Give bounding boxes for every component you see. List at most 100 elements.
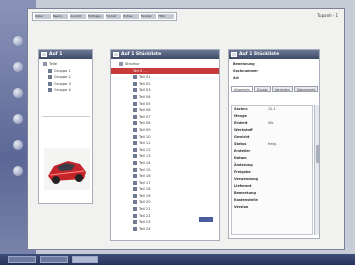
list-item[interactable]: Teil 08 bbox=[133, 120, 219, 127]
node-icon bbox=[48, 81, 52, 86]
part-icon bbox=[133, 207, 137, 212]
panel-left-title-text: Auf 1 bbox=[49, 52, 63, 57]
list-item[interactable]: Teil 24 bbox=[133, 226, 219, 233]
list-item[interactable]: Teil 13 bbox=[133, 153, 219, 160]
list-item-label: Teil 04 bbox=[139, 94, 151, 99]
menu-edit[interactable]: Bearb. bbox=[52, 14, 69, 19]
panel-right-title: Auf 1 Stückliste bbox=[229, 50, 319, 59]
tab-general[interactable]: Allgemein bbox=[231, 86, 253, 92]
launcher-icon-2[interactable] bbox=[13, 62, 23, 72]
list-item-label: Teil 03 bbox=[139, 88, 151, 93]
panel-middle: Auf 1 Stückliste Struktur Teil 0 ... Tei… bbox=[110, 49, 220, 241]
part-icon bbox=[133, 174, 137, 179]
menu-tools[interactable]: Extras bbox=[123, 14, 139, 19]
list-item[interactable]: Teil 21 bbox=[133, 206, 219, 213]
tree-root[interactable]: Struktur bbox=[119, 61, 219, 68]
list-item-label: Teil 16 bbox=[139, 174, 151, 179]
list-item[interactable]: Teil 12 bbox=[133, 147, 219, 154]
property-value[interactable]: Stk bbox=[268, 120, 310, 127]
selected-row[interactable]: Teil 0 ... bbox=[111, 67, 219, 75]
field-label: Sachnummer bbox=[233, 69, 259, 73]
property-value[interactable]: 12.1 bbox=[268, 106, 310, 113]
tree-item[interactable]: Gruppe 4 bbox=[43, 87, 90, 94]
property-value[interactable]: freig. bbox=[268, 141, 310, 148]
menu-help[interactable]: Hilfe bbox=[158, 14, 174, 19]
list-item[interactable]: Teil 05 bbox=[133, 101, 219, 108]
panel-left-title: Auf 1 bbox=[39, 50, 92, 59]
taskbar bbox=[0, 254, 355, 265]
property-row: Einheit Stk bbox=[232, 120, 312, 127]
list-item[interactable]: Teil 07 bbox=[133, 114, 219, 121]
list-item[interactable]: Teil 06 bbox=[133, 107, 219, 114]
launcher-icon-3[interactable] bbox=[13, 88, 23, 98]
list-icon bbox=[113, 52, 119, 57]
property-row: Kostenstelle bbox=[232, 197, 312, 204]
launcher-icon-1[interactable] bbox=[13, 36, 23, 46]
part-icon bbox=[133, 147, 137, 152]
property-label: Bemerkung bbox=[234, 191, 256, 195]
tree-root-label: Struktur bbox=[125, 62, 140, 66]
property-label: Datum bbox=[234, 156, 247, 160]
menu-view[interactable]: Ansicht bbox=[70, 14, 86, 19]
property-label: Einheit bbox=[234, 121, 248, 125]
part-list: Teil 01 Teil 02 Teil 03 Teil 04 Teil 05 … bbox=[111, 74, 219, 232]
tree-item[interactable]: Gruppe 1 bbox=[43, 68, 90, 75]
list-item[interactable]: Teil 02 bbox=[133, 81, 219, 88]
list-item[interactable]: Teil 15 bbox=[133, 167, 219, 174]
tree-root[interactable]: Teile bbox=[43, 61, 90, 68]
property-row: Gewicht bbox=[232, 134, 312, 141]
tab-variants[interactable]: Varianten bbox=[271, 86, 293, 92]
list-item-label: Teil 15 bbox=[139, 167, 151, 172]
property-row: Sachnr. 12.1 bbox=[232, 106, 312, 113]
list-item[interactable]: Teil 14 bbox=[133, 160, 219, 167]
tab-bar: Allgemein Zusatz Varianten Dokumente bbox=[229, 84, 319, 93]
tree-item[interactable]: Gruppe 3 bbox=[43, 81, 90, 88]
list-item[interactable]: Teil 11 bbox=[133, 140, 219, 147]
scrollbar-thumb[interactable] bbox=[316, 145, 319, 163]
property-label: Kostenstelle bbox=[234, 198, 258, 202]
list-item[interactable]: Teil 10 bbox=[133, 134, 219, 141]
property-label: Lieferant bbox=[234, 184, 252, 188]
taskbar-button-3[interactable] bbox=[72, 256, 98, 263]
launcher-icon-6[interactable] bbox=[13, 166, 23, 176]
property-row: Änderung bbox=[232, 162, 312, 169]
list-item[interactable]: Teil 20 bbox=[133, 199, 219, 206]
part-icon bbox=[133, 108, 137, 113]
taskbar-button-2[interactable] bbox=[40, 256, 68, 263]
list-item-label: Teil 23 bbox=[139, 220, 151, 225]
menu-format[interactable]: Format bbox=[105, 14, 122, 19]
tree-item[interactable]: Gruppe 2 bbox=[43, 74, 90, 81]
part-icon bbox=[133, 154, 137, 159]
launcher-icon-4[interactable] bbox=[13, 114, 23, 124]
property-row: Status freig. bbox=[232, 141, 312, 148]
part-icon bbox=[133, 193, 137, 198]
part-icon bbox=[133, 75, 137, 80]
list-item[interactable]: Teil 19 bbox=[133, 193, 219, 200]
taskbar-button-1[interactable] bbox=[8, 256, 36, 263]
menu-insert[interactable]: Einfügen bbox=[87, 14, 104, 19]
part-icon bbox=[133, 213, 137, 218]
scroll-marker[interactable] bbox=[199, 217, 213, 222]
list-item-label: Teil 19 bbox=[139, 193, 151, 198]
list-item[interactable]: Teil 04 bbox=[133, 94, 219, 101]
menu-file[interactable]: Datei bbox=[35, 14, 51, 19]
list-item-label: Teil 24 bbox=[139, 226, 151, 231]
list-item-label: Teil 17 bbox=[139, 180, 151, 185]
tab-documents[interactable]: Dokumente bbox=[293, 86, 319, 92]
list-item[interactable]: Teil 01 bbox=[133, 74, 219, 81]
part-icon bbox=[133, 141, 137, 146]
node-icon bbox=[43, 62, 47, 66]
menu-window[interactable]: Fenster bbox=[140, 14, 157, 19]
list-item-label: Teil 05 bbox=[139, 101, 151, 106]
launcher-icon-5[interactable] bbox=[13, 140, 23, 150]
list-item[interactable]: Teil 16 bbox=[133, 173, 219, 180]
list-item-label: Teil 18 bbox=[139, 187, 151, 192]
list-item[interactable]: Teil 03 bbox=[133, 87, 219, 94]
list-item[interactable]: Teil 18 bbox=[133, 186, 219, 193]
field-row: Art bbox=[231, 75, 317, 82]
tab-extra[interactable]: Zusatz bbox=[253, 86, 271, 92]
vertical-scrollbar[interactable] bbox=[314, 105, 319, 235]
node-icon bbox=[48, 88, 52, 93]
list-item[interactable]: Teil 17 bbox=[133, 180, 219, 187]
list-item[interactable]: Teil 09 bbox=[133, 127, 219, 134]
